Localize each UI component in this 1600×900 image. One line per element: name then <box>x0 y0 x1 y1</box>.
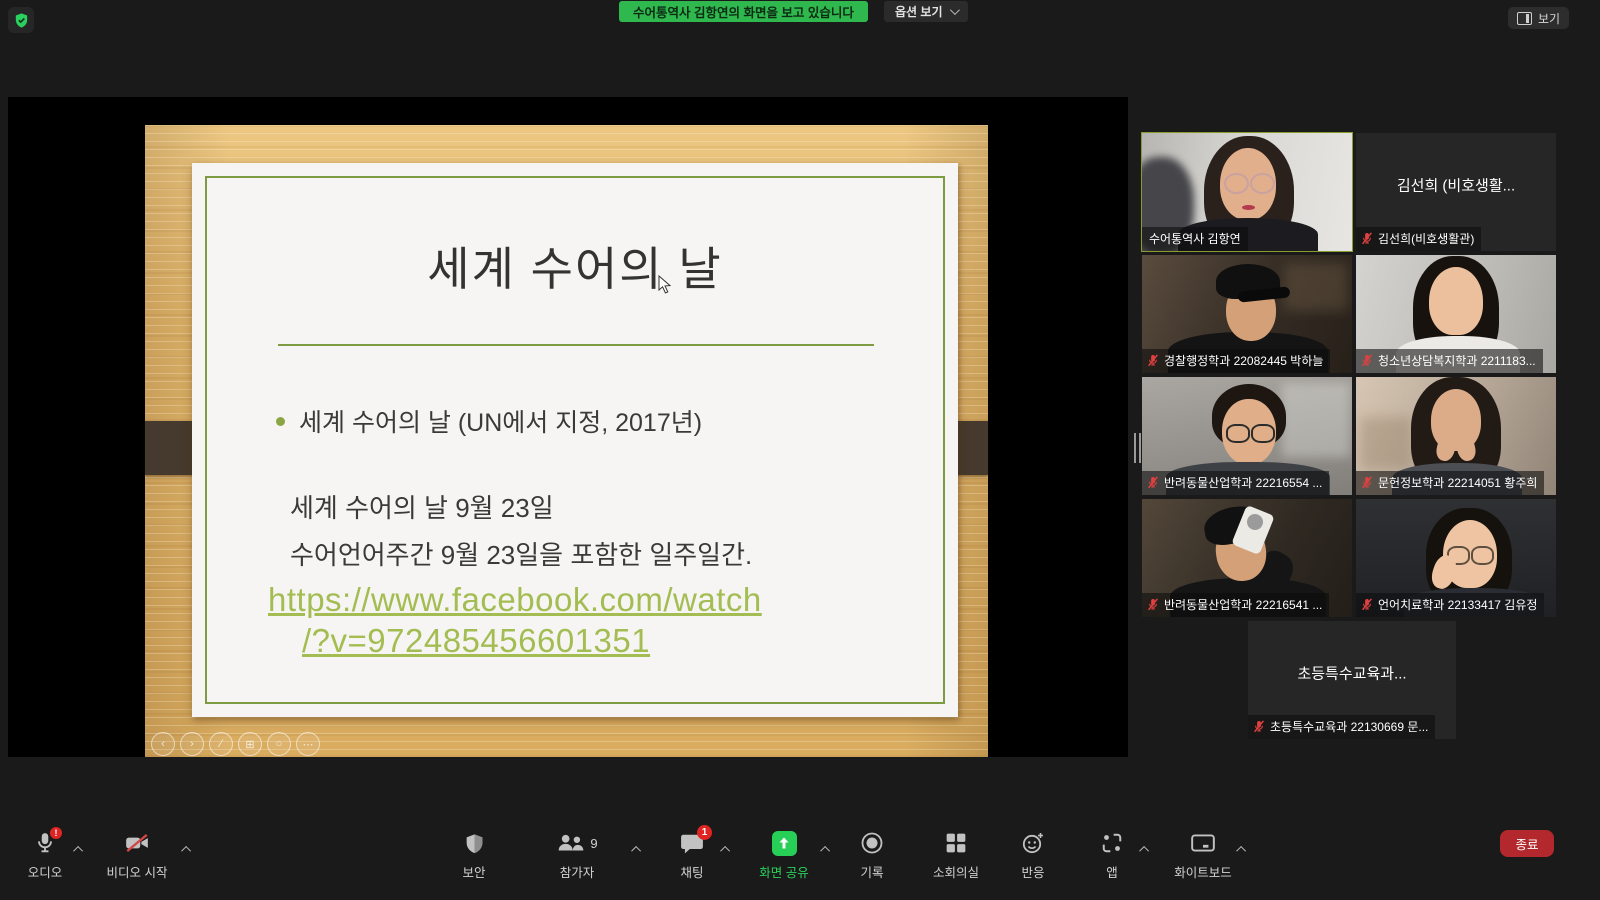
start-video-button[interactable]: 비디오 시작 <box>82 830 192 881</box>
participant-tile-no-video[interactable]: 김선희 (비호생활... 김선희(비호생활관) <box>1356 133 1556 251</box>
security-shield-icon <box>464 832 485 855</box>
gallery-layout-icon <box>1517 12 1532 25</box>
breakout-rooms-icon <box>945 832 967 854</box>
participant-tile[interactable]: 언어치료학과 22133417 김유정 <box>1356 499 1556 617</box>
muted-mic-icon <box>1361 354 1373 367</box>
participant-name-tag: 수어통역사 김항연 <box>1142 227 1248 251</box>
participant-name-tag: 언어치료학과 22133417 김유정 <box>1356 593 1544 617</box>
participants-count: 9 <box>590 836 597 851</box>
participant-tile-active-speaker[interactable]: 수어통역사 김항연 <box>1142 133 1352 251</box>
shield-check-icon <box>13 12 30 29</box>
whiteboard-button[interactable]: 화이트보드 <box>1148 830 1258 881</box>
slide-link-line-1: https://www.facebook.com/watch <box>268 581 762 619</box>
muted-mic-icon <box>1361 232 1373 245</box>
end-meeting-button[interactable]: 종료 <box>1500 830 1554 857</box>
slide-link-line-2: /?v=972485456601351 <box>302 622 650 660</box>
screen-share-banner: 수어통역사 김항연의 화면을 보고 있습니다 <box>619 1 868 22</box>
muted-mic-icon <box>1361 598 1373 611</box>
participant-tile[interactable]: 반려동물산업학과 22216541 ... <box>1142 499 1352 617</box>
participant-video-panel: 수어통역사 김항연 김선희 (비호생활... 김선희(비호생활관) <box>1142 133 1560 743</box>
presentation-background: 세계 수어의 날 세계 수어의 날 (UN에서 지정, 2017년) 세계 수어… <box>145 125 988 757</box>
slide-bullet-item: 세계 수어의 날 (UN에서 지정, 2017년) <box>276 403 702 439</box>
slide-divider-line <box>278 344 874 346</box>
slide-title: 세계 수어의 날 <box>192 233 958 299</box>
audio-alert-badge: ! <box>50 827 62 839</box>
participants-button[interactable]: 9 참가자 <box>522 830 632 881</box>
security-button[interactable]: 보안 <box>419 830 529 881</box>
zoom-meeting-window: 수어통역사 김항연의 화면을 보고 있습니다 옵션 보기 보기 세계 수어의 날… <box>0 0 1600 900</box>
participant-tile[interactable]: 경찰행정학과 22082445 박하늘 <box>1142 255 1352 373</box>
slideshow-controls: ‹ › ∕ ⊞ ○ ⋯ <box>151 732 320 756</box>
participant-name-tag: 반려동물산업학과 22216554 ... <box>1142 471 1329 495</box>
view-options-button[interactable]: 옵션 보기 <box>884 1 968 22</box>
participant-tile[interactable]: 문헌정보학과 22214051 황주희 <box>1356 377 1556 495</box>
video-off-icon <box>124 832 150 854</box>
slide-body-line-2: 수어언어주간 9월 23일을 포함한 일주일간. <box>290 535 752 572</box>
record-icon <box>860 831 884 855</box>
muted-mic-icon <box>1147 598 1159 611</box>
chat-unread-badge: 1 <box>697 825 712 840</box>
participant-name-tag: 반려동물산업학과 22216541 ... <box>1142 593 1329 617</box>
encryption-shield-button[interactable] <box>8 7 34 33</box>
apps-icon <box>1101 832 1123 854</box>
more-controls-icon[interactable]: ⋯ <box>296 732 320 756</box>
participant-name-tag: 문헌정보학과 22214051 황주희 <box>1356 471 1544 495</box>
muted-mic-icon <box>1147 354 1159 367</box>
participant-name-tag: 김선희(비호생활관) <box>1356 227 1481 251</box>
participant-tile[interactable]: 반려동물산업학과 22216554 ... <box>1142 377 1352 495</box>
participant-tile-no-video[interactable]: 초등특수교육과... 초등특수교육과 22130669 문... <box>1248 621 1456 739</box>
reactions-smiley-icon <box>1021 831 1045 855</box>
participant-name-tag: 경찰행정학과 22082445 박하늘 <box>1142 349 1330 373</box>
previous-slide-icon[interactable]: ‹ <box>151 732 175 756</box>
all-slides-icon[interactable]: ⊞ <box>238 732 262 756</box>
shared-screen-region: 세계 수어의 날 세계 수어의 날 (UN에서 지정, 2017년) 세계 수어… <box>8 97 1128 757</box>
participant-tile[interactable]: 청소년상담복지학과 2211183... <box>1356 255 1556 373</box>
zoom-slide-icon[interactable]: ○ <box>267 732 291 756</box>
whiteboard-icon <box>1190 832 1216 854</box>
participants-icon <box>556 832 586 854</box>
next-slide-icon[interactable]: › <box>180 732 204 756</box>
bullet-dot <box>276 417 285 426</box>
muted-mic-icon <box>1147 476 1159 489</box>
pen-icon[interactable]: ∕ <box>209 732 233 756</box>
participant-display-name: 김선희 (비호생활... <box>1356 174 1556 195</box>
share-screen-icon <box>772 831 797 856</box>
screen-share-banner-text: 수어통역사 김항연의 화면을 보고 있습니다 <box>633 2 854 21</box>
mouse-cursor <box>658 275 672 295</box>
participant-name-tag: 초등특수교육과 22130669 문... <box>1248 715 1435 739</box>
presentation-slide: 세계 수어의 날 세계 수어의 날 (UN에서 지정, 2017년) 세계 수어… <box>192 163 958 717</box>
muted-mic-icon <box>1361 476 1373 489</box>
muted-mic-icon <box>1253 720 1265 733</box>
participant-display-name: 초등특수교육과... <box>1248 662 1456 683</box>
participant-name-tag: 청소년상담복지학과 2211183... <box>1356 349 1543 373</box>
chevron-down-icon <box>949 5 959 15</box>
slide-body-line-1: 세계 수어의 날 9월 23일 <box>290 488 554 525</box>
view-button[interactable]: 보기 <box>1508 7 1569 29</box>
meeting-toolbar: ! 오디오 비디오 시작 보안 <box>0 818 1600 900</box>
